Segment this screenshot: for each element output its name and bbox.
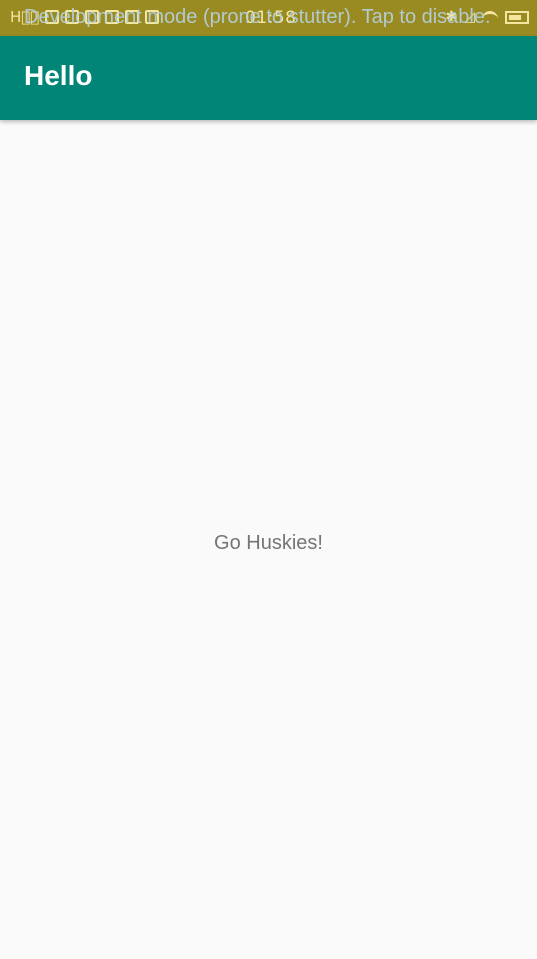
app-title: Hello (24, 60, 93, 91)
app-bar: Hello (0, 36, 537, 120)
battery-icon (505, 10, 529, 24)
status-bar: H᷊ᷞ 01:58 ✱ ◿ Development mode (prone to… (0, 0, 537, 36)
developer-mode-banner[interactable]: Development mode (prone to stutter). Tap… (24, 6, 491, 29)
greeting-text: Go Huskies! (214, 532, 323, 554)
